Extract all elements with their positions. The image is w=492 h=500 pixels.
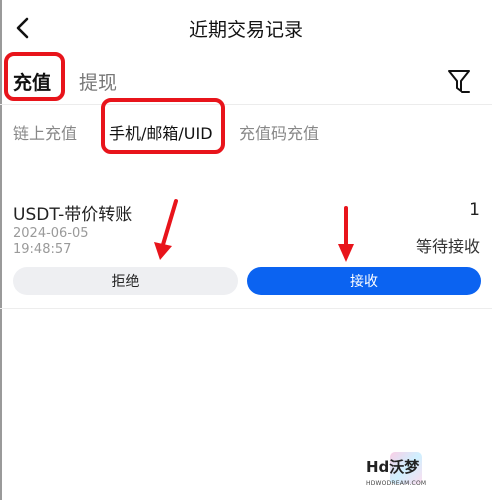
reject-button[interactable]: 拒绝: [13, 267, 238, 295]
subtab-code-deposit[interactable]: 充值码充值: [239, 120, 319, 144]
sub-tabs: 链上充值 手机/邮箱/UID 充值码充值: [0, 104, 492, 156]
page-title: 近期交易记录: [188, 19, 303, 41]
highlight-box-deposit-tab: [4, 52, 65, 101]
record-type: USDT-带价转账: [13, 205, 133, 225]
watermark: Hd沃梦 HDWODREAM.COM: [366, 452, 434, 492]
watermark-logo: Hd沃梦: [366, 458, 420, 476]
arrow-down-icon: [338, 206, 354, 262]
record-datetime: 2024-06-05 19:48:57: [13, 226, 123, 258]
record-amount: 1: [469, 200, 480, 220]
main-tabs: 充值 提现: [0, 58, 492, 105]
record-date: 2024-06-05: [13, 226, 89, 241]
record-time: 19:48:57: [13, 242, 72, 257]
subtab-onchain-deposit[interactable]: 链上充值: [13, 120, 77, 144]
filter-icon: [448, 70, 470, 93]
tab-withdraw[interactable]: 提现: [79, 68, 117, 95]
highlight-box-uid-subtab: [101, 98, 225, 154]
accept-button[interactable]: 接收: [247, 267, 481, 295]
arrow-down-icon: [154, 199, 178, 260]
header: 近期交易记录: [0, 0, 492, 56]
transaction-record: USDT-带价转账 1 2024-06-05 19:48:57 等待接收 拒绝 …: [0, 196, 492, 309]
record-status: 等待接收: [415, 237, 480, 256]
watermark-site: HDWODREAM.COM: [366, 480, 427, 487]
filter-button[interactable]: [445, 66, 473, 96]
